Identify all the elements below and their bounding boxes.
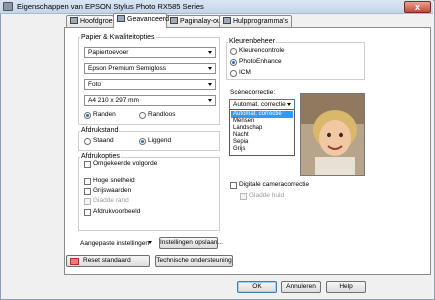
chevron-down-icon (208, 51, 212, 54)
scene-option-landscape[interactable]: Landschap (231, 125, 293, 132)
scene-option-sepia[interactable]: Sepia (231, 139, 293, 146)
photo-enhance-label: PhotoEnhance (239, 58, 282, 65)
help-button[interactable]: Help (326, 281, 366, 293)
scene-option-auto[interactable]: Automat. correctie (231, 111, 293, 118)
tab-hulpprogrammas[interactable]: Hulpprogramma's (219, 15, 292, 27)
tab-label: Geavanceerd (127, 16, 170, 23)
borderless-radio[interactable] (139, 112, 146, 119)
main-tab-icon (70, 17, 78, 24)
grayscale-checkbox[interactable] (84, 188, 91, 195)
tab-geavanceerd[interactable]: Geavanceerd (113, 13, 170, 28)
tab-hoofdgroep[interactable]: Hoofdgroep (66, 15, 117, 27)
color-controls-label: Kleurencontrole (239, 47, 285, 54)
cancel-button[interactable]: Annuleren (281, 281, 321, 293)
photo-enhance-radio[interactable] (230, 59, 237, 66)
borders-radio[interactable] (84, 112, 91, 119)
chevron-down-icon (287, 103, 291, 106)
paper-source-select[interactable]: Papiertoevoer (84, 47, 216, 58)
reset-defaults-button[interactable]: Reset standaard (66, 255, 150, 267)
reset-icon (70, 258, 79, 265)
page-layout-tab-icon (170, 17, 178, 24)
ok-button[interactable]: OK (237, 281, 277, 293)
window-title: Eigenschappen van EPSON Stylus Photo RX5… (17, 2, 204, 11)
print-quality-select[interactable]: Foto (84, 79, 216, 90)
paper-source-value: Papiertoevoer (88, 49, 129, 56)
photo-preview-image (300, 93, 365, 176)
printer-icon (3, 2, 13, 11)
reverse-order-checkbox[interactable] (84, 161, 91, 168)
orientation-label: Afdrukstand (80, 126, 120, 135)
smooth-skin-checkbox (240, 193, 247, 200)
smooth-skin-label: Gladde huid (249, 192, 285, 199)
paper-size-value: A4 210 x 297 mm (88, 97, 139, 104)
color-management-label: Kleurenbeheer (228, 37, 276, 46)
landscape-label: Liggend (148, 137, 172, 144)
color-controls-radio[interactable] (230, 48, 237, 55)
technical-support-button[interactable]: Technische ondersteuning (155, 255, 233, 267)
scene-correction-label: Scènecorrectie: (230, 89, 276, 96)
digital-camera-correction-checkbox[interactable] (230, 182, 237, 189)
reset-defaults-label: Reset standaard (83, 257, 131, 264)
chevron-down-icon (208, 67, 212, 70)
borderless-label: Randloos (148, 111, 176, 118)
custom-settings-label: Aangepaste instellingen (80, 240, 150, 247)
child-photo-icon (301, 94, 364, 175)
landscape-radio[interactable] (139, 138, 146, 145)
save-settings-button[interactable]: Instellingen opslaan... (159, 237, 223, 249)
tab-label: Hoofdgroep (80, 18, 117, 25)
paper-quality-label: Papier & Kwaliteitopties (80, 33, 156, 42)
portrait-label: Staand (93, 137, 114, 144)
tab-paginalay-out[interactable]: Paginalay-out (166, 15, 223, 27)
borders-label: Randen (93, 111, 116, 118)
scene-option-night[interactable]: Nacht (231, 132, 293, 139)
high-speed-checkbox[interactable] (84, 178, 91, 185)
paper-type-select[interactable]: Epson Premium Semigloss (84, 63, 216, 74)
tab-label: Hulpprogramma's (233, 18, 289, 25)
utilities-tab-icon (223, 17, 231, 24)
print-preview-label: Afdrukvoorbeeld (93, 208, 141, 215)
icm-label: ICM (239, 69, 251, 76)
scene-option-gray[interactable]: Grijs (231, 146, 293, 153)
tab-label: Paginalay-out (180, 18, 223, 25)
digital-camera-correction-label: Digitale cameracorrectie (239, 181, 310, 188)
chevron-down-icon (208, 83, 212, 86)
scene-correction-value: Automat. correctie (233, 101, 286, 108)
reverse-order-label: Omgekeerde volgorde (93, 160, 158, 167)
print-quality-value: Foto (88, 81, 102, 88)
chevron-down-icon (208, 99, 212, 102)
high-speed-label: Hoge snelheid (93, 177, 135, 184)
smooth-edge-label: Gladde rand (93, 197, 129, 204)
icm-radio[interactable] (230, 70, 237, 77)
close-button[interactable]: x (404, 1, 431, 13)
grayscale-label: Grijswaarden (93, 187, 132, 194)
scene-correction-list[interactable]: Automat. correctie Mensen Landschap Nach… (229, 109, 295, 156)
advanced-tab-icon (117, 15, 125, 22)
portrait-radio[interactable] (84, 138, 91, 145)
print-preview-checkbox[interactable] (84, 209, 91, 216)
smooth-edge-checkbox (84, 198, 91, 205)
paper-type-value: Epson Premium Semigloss (88, 65, 167, 72)
paper-size-select[interactable]: A4 210 x 297 mm (84, 95, 216, 106)
scene-option-people[interactable]: Mensen (231, 118, 293, 125)
custom-settings-dropdown-icon[interactable] (148, 241, 152, 244)
